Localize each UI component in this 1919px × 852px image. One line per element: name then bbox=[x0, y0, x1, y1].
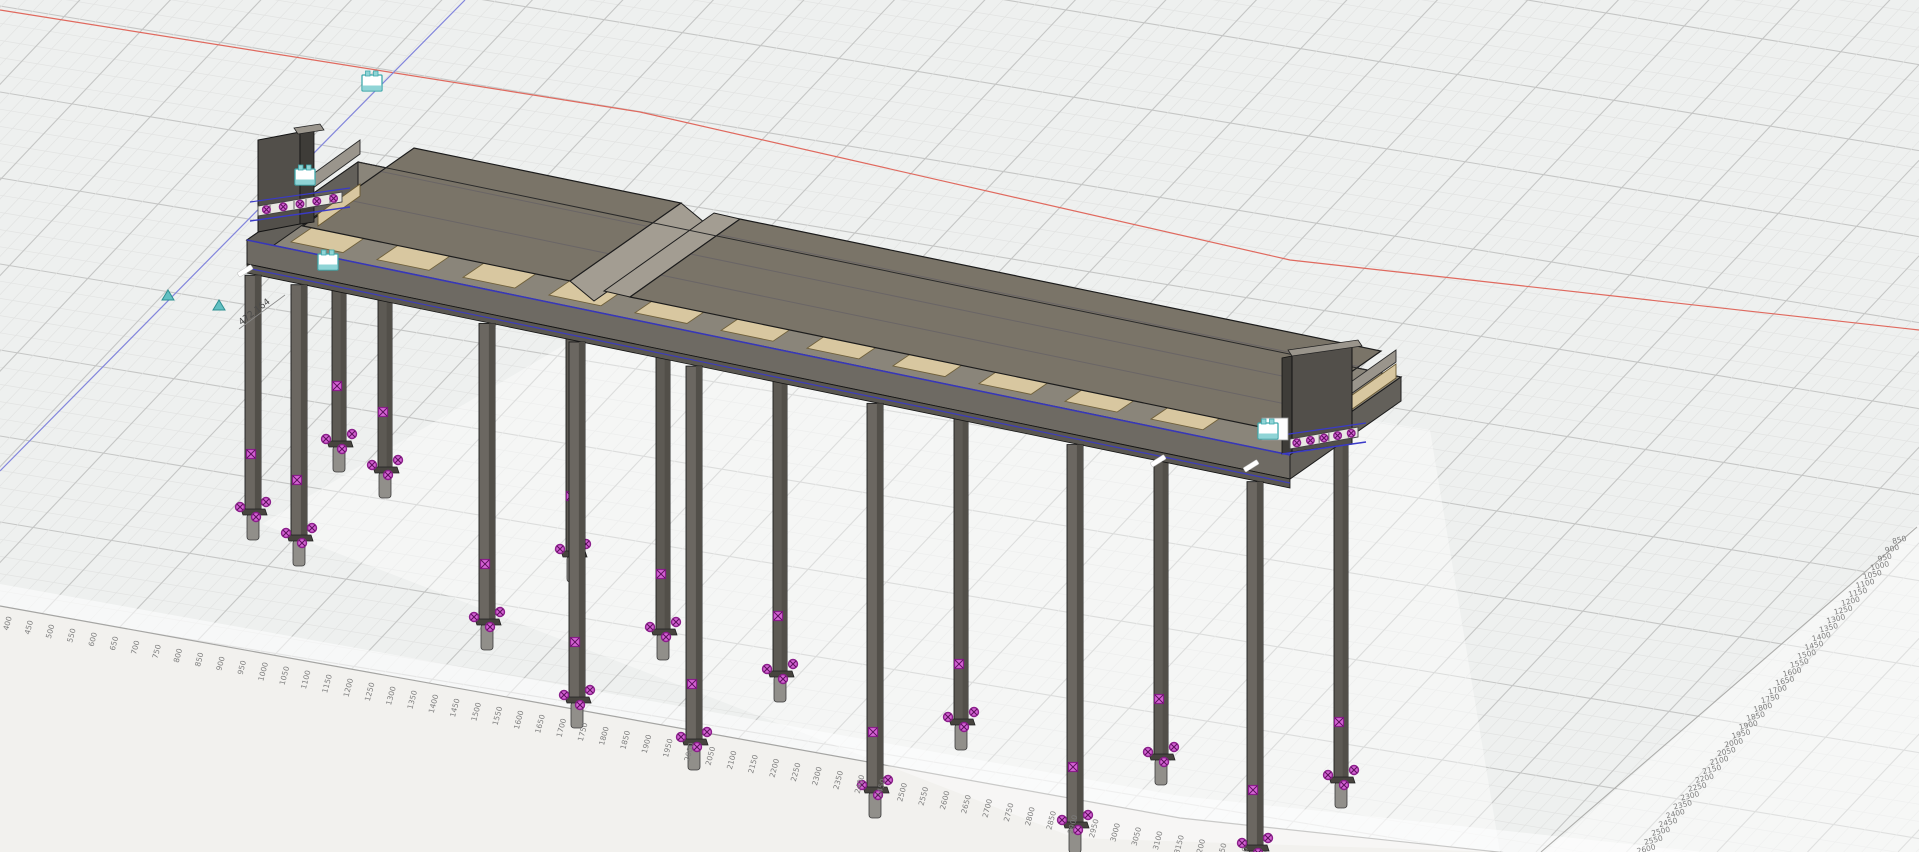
bolt-icon bbox=[262, 498, 271, 507]
bolt-icon bbox=[298, 539, 307, 548]
bolt-icon bbox=[1350, 766, 1359, 775]
connection-icon bbox=[688, 680, 697, 689]
connection-icon bbox=[657, 570, 666, 579]
bolt-icon bbox=[763, 665, 772, 674]
bolt-icon bbox=[338, 445, 347, 454]
bolt-icon bbox=[944, 713, 953, 722]
bolt-icon bbox=[368, 461, 377, 470]
bolt-icon bbox=[313, 197, 321, 205]
bolt-icon bbox=[296, 200, 304, 208]
bolt-icon bbox=[470, 613, 479, 622]
connection-icon bbox=[481, 560, 490, 569]
bolt-icon bbox=[1264, 834, 1273, 843]
bolt-icon bbox=[308, 524, 317, 533]
connection-icon bbox=[1249, 786, 1258, 795]
bolt-icon bbox=[1324, 771, 1333, 780]
connection-icon bbox=[1069, 763, 1078, 772]
bolt-icon bbox=[1334, 432, 1342, 440]
connection-icon bbox=[955, 660, 964, 669]
connection-icon bbox=[774, 612, 783, 621]
bolt-icon bbox=[789, 660, 798, 669]
bolt-icon bbox=[1160, 758, 1169, 767]
bolt-icon bbox=[322, 435, 331, 444]
bolt-icon bbox=[279, 203, 287, 211]
bolt-icon bbox=[330, 195, 338, 203]
bolt-icon bbox=[496, 608, 505, 617]
bolt-icon bbox=[970, 708, 979, 717]
bolt-icon bbox=[348, 430, 357, 439]
connection-icon bbox=[1155, 695, 1164, 704]
bolt-icon bbox=[1144, 748, 1153, 757]
bolt-icon bbox=[1347, 429, 1355, 437]
bolt-icon bbox=[384, 471, 393, 480]
bolt-icon bbox=[556, 545, 565, 554]
bolt-icon bbox=[1170, 743, 1179, 752]
connection-icon bbox=[293, 476, 302, 485]
bolt-icon bbox=[586, 686, 595, 695]
connection-icon bbox=[1335, 718, 1344, 727]
bolt-icon bbox=[1058, 816, 1067, 825]
connection-icon bbox=[379, 408, 388, 417]
bolt-icon bbox=[1320, 434, 1328, 442]
bolt-icon bbox=[672, 618, 681, 627]
bolt-icon bbox=[560, 691, 569, 700]
bolt-icon bbox=[960, 723, 969, 732]
connection-icon bbox=[571, 638, 580, 647]
bolt-icon bbox=[662, 633, 671, 642]
bolt-icon bbox=[677, 733, 686, 742]
bolt-icon bbox=[1307, 437, 1315, 445]
bolt-icon bbox=[252, 513, 261, 522]
bolt-icon bbox=[282, 529, 291, 538]
connection-icon bbox=[247, 450, 256, 459]
connection-icon bbox=[869, 728, 878, 737]
3d-model-view[interactable]: 472.164400450500550600650700750800850900… bbox=[0, 0, 1919, 852]
bolt-icon bbox=[1340, 781, 1349, 790]
bolt-icon bbox=[394, 456, 403, 465]
column[interactable] bbox=[479, 323, 495, 622]
bolt-icon bbox=[1238, 839, 1247, 848]
bolt-icon bbox=[703, 728, 712, 737]
bolt-icon bbox=[576, 701, 585, 710]
connection-icon bbox=[333, 382, 342, 391]
bolt-icon bbox=[486, 623, 495, 632]
bolt-icon bbox=[646, 623, 655, 632]
bolt-icon bbox=[779, 675, 788, 684]
bolt-icon bbox=[263, 206, 271, 214]
bolt-icon bbox=[1293, 439, 1301, 447]
cad-viewport[interactable]: 472.164400450500550600650700750800850900… bbox=[0, 0, 1919, 852]
bolt-icon bbox=[236, 503, 245, 512]
column[interactable] bbox=[291, 285, 307, 538]
